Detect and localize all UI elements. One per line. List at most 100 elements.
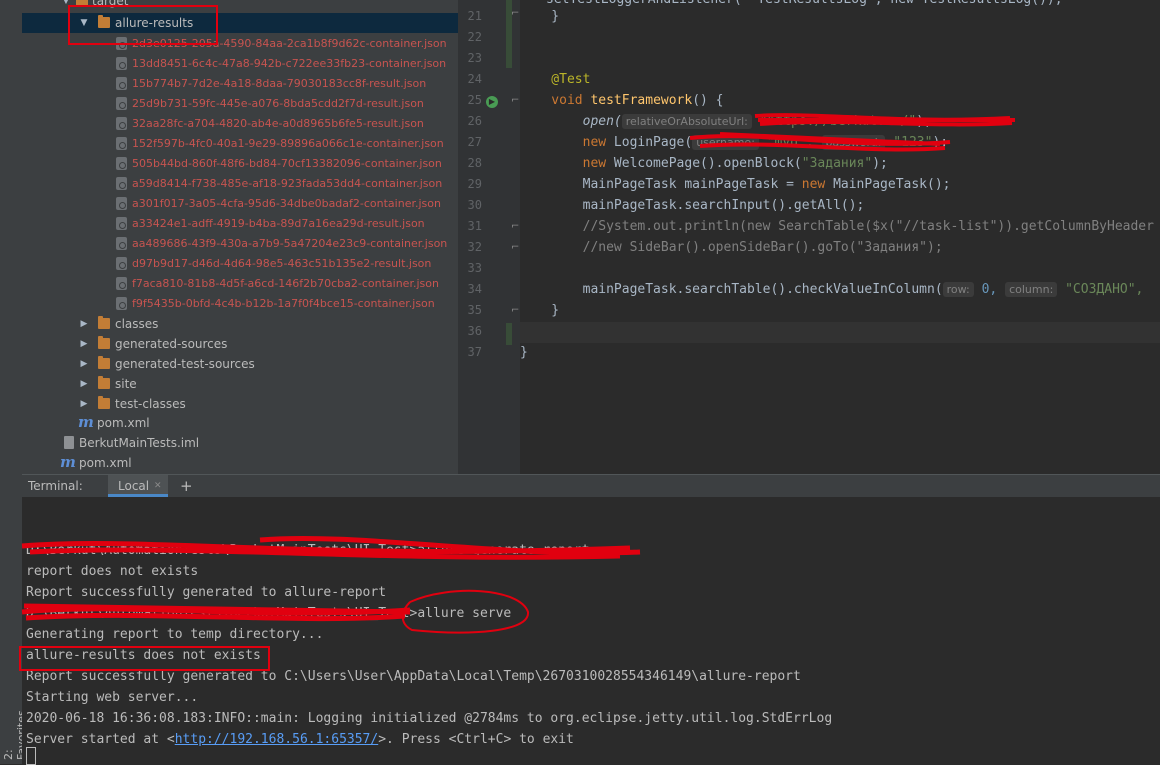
chevron-right-icon[interactable]: ▶ xyxy=(78,334,90,354)
tree-item-json-file[interactable]: 25d9b731-59fc-445e-a076-8bda5cdd2f7d-res… xyxy=(22,94,458,114)
annotation-text: @Test xyxy=(520,72,591,87)
code-line-26: open(relativeOrAbsoluteUrl: "https://ber… xyxy=(520,111,932,132)
string-literal: "Задания" xyxy=(801,156,873,171)
keyword: new xyxy=(520,135,614,150)
fold-icon[interactable]: ⌐ xyxy=(511,8,519,19)
json-file-icon xyxy=(116,157,127,170)
code-editor[interactable]: 21 22 23 24 25 26 27 28 29 30 31 32 33 34 35 36 37 ▶ ⌐ ⌐… xyxy=(458,0,1160,474)
code-line-25: void testFramework() { xyxy=(520,90,723,111)
close-icon[interactable]: ✕ xyxy=(154,475,162,497)
tree-item-folder[interactable]: ▶ site xyxy=(22,374,458,394)
json-file-icon xyxy=(116,237,127,250)
tree-item-label: site xyxy=(115,377,137,391)
terminal-line: D:\Berkut\AutomationTests\BerkutMainTest… xyxy=(26,543,590,558)
tree-item-json-file[interactable]: a301f017-3a05-4cfa-95d6-34dbe0badaf2-con… xyxy=(22,194,458,214)
line-number: 23 xyxy=(467,51,482,65)
json-file-icon xyxy=(116,297,127,310)
keyword: new xyxy=(520,156,614,171)
tree-item-target[interactable]: ▼ target xyxy=(22,0,458,11)
terminal-title: Terminal: xyxy=(28,479,83,493)
code-line-24: @Test xyxy=(520,69,590,90)
maven-icon: m xyxy=(78,413,94,431)
line-number: 29 xyxy=(467,177,482,191)
folder-icon xyxy=(98,336,110,349)
tree-item-json-file[interactable]: 32aa28fc-a704-4820-ab4e-a0d8965b6fe5-res… xyxy=(22,114,458,134)
tree-item-json-file[interactable]: f7aca810-81b8-4d5f-a6cd-146f2b70cba2-con… xyxy=(22,274,458,294)
tree-item-folder[interactable]: ▶ generated-sources xyxy=(22,334,458,354)
fold-icon[interactable]: ⌐ xyxy=(511,95,519,106)
favorites-tool-button[interactable]: 2: Favorites xyxy=(2,700,28,760)
tree-item-module-iml[interactable]: BerkutMainTests.iml xyxy=(22,433,458,453)
code-text: MainPageTask mainPageTask = xyxy=(520,177,802,192)
terminal-line: 2020-06-18 16:36:08.183:INFO::main: Logg… xyxy=(26,711,833,726)
tree-item-label: BerkutMainTests.iml xyxy=(79,436,200,450)
tree-item-allure-results[interactable]: ▼ allure-results xyxy=(22,13,458,33)
terminal-cursor xyxy=(26,747,36,765)
tree-item-folder[interactable]: ▶ generated-test-sources xyxy=(22,354,458,374)
terminal-line: report does not exists xyxy=(26,564,199,579)
terminal-line: Report successfully generated to C:\User… xyxy=(26,669,801,684)
terminal-line: Starting web server... xyxy=(26,690,199,705)
terminal-line: Report successfully generated to allure-… xyxy=(26,585,387,600)
tree-item-json-file[interactable]: 152f597b-4fc0-40a1-9e29-89896a066c1e-con… xyxy=(22,134,458,154)
line-number: 24 xyxy=(467,72,482,86)
param-hint: username: xyxy=(692,135,759,150)
line-number: 30 xyxy=(467,198,482,212)
chevron-right-icon[interactable]: ▶ xyxy=(78,374,90,394)
code-line-35: } xyxy=(520,303,560,318)
fold-icon[interactable]: ⌐ xyxy=(511,242,519,253)
chevron-down-icon[interactable]: ▼ xyxy=(60,0,72,11)
keyword: new xyxy=(801,177,834,192)
chevron-right-icon[interactable]: ▶ xyxy=(78,394,90,414)
editor-gutter: 21 22 23 24 25 26 27 28 29 30 31 32 33 34 35 36 37 ▶ ⌐ ⌐… xyxy=(458,0,520,474)
chevron-down-icon[interactable]: ▼ xyxy=(78,13,90,33)
code-text: open( xyxy=(520,114,622,129)
code-line-37: } xyxy=(520,345,528,360)
tree-item-folder[interactable]: ▶ classes xyxy=(22,314,458,334)
tree-item-json-file[interactable]: d97b9d17-d46d-4d64-98e5-463c51b135e2-res… xyxy=(22,254,458,274)
folder-icon xyxy=(98,316,110,329)
line-number: 37 xyxy=(467,345,482,359)
line-number: 34 xyxy=(467,282,482,296)
json-file-icon xyxy=(116,197,127,210)
tab-local-label[interactable]: Local xyxy=(118,475,149,497)
tree-item-target-pom[interactable]: m pom.xml xyxy=(22,413,458,433)
server-url-link[interactable]: http://192.168.56.1:65357/ xyxy=(175,732,379,747)
tree-item-label: generated-sources xyxy=(115,337,228,351)
tree-item-folder[interactable]: ▶ test-classes xyxy=(22,394,458,414)
tree-item-label: a301f017-3a05-4cfa-95d6-34dbe0badaf2-con… xyxy=(132,197,441,210)
param-hint: password: xyxy=(821,135,886,150)
module-file-icon xyxy=(64,436,74,449)
fold-icon[interactable]: ⌐ xyxy=(511,221,519,232)
add-terminal-button[interactable]: + xyxy=(180,475,193,497)
vcs-change-marker xyxy=(506,323,512,345)
fold-icon[interactable]: ⌐ xyxy=(511,305,519,316)
code-text: LoginPage( xyxy=(613,135,693,150)
run-test-icon[interactable]: ▶ xyxy=(486,96,498,108)
tool-window-strip: 2: Favorites xyxy=(0,0,28,764)
line-number: 22 xyxy=(467,30,482,44)
chevron-right-icon[interactable]: ▶ xyxy=(78,354,90,374)
tree-item-root-pom[interactable]: m pom.xml xyxy=(22,453,458,473)
tree-item-json-file[interactable]: aa489686-43f9-430a-a7b9-5a47204e23c9-con… xyxy=(22,234,458,254)
tree-item-json-file[interactable]: 13dd8451-6c4c-47a8-942b-c722ee33fb23-con… xyxy=(22,54,458,74)
tree-item-json-file[interactable]: 2d3e0125-205a-4590-84aa-2ca1b8f9d62c-con… xyxy=(22,34,458,54)
tree-item-label: a33424e1-adff-4919-b4ba-89d7a16ea29d-res… xyxy=(132,217,425,230)
string-literal: "СОЗДАНО", xyxy=(1057,282,1144,297)
code-text: ); xyxy=(932,135,949,150)
line-number: 27 xyxy=(467,135,482,149)
tree-item-json-file[interactable]: a59d8414-f738-485e-af18-923fada53dd4-con… xyxy=(22,174,458,194)
code-area[interactable]: setTestLoggerAndListener( "TestResultsLo… xyxy=(520,0,1160,474)
tree-item-json-file[interactable]: f9f5435b-0bfd-4c4b-b12b-1a7f0f4bce15-con… xyxy=(22,294,458,314)
maven-icon: m xyxy=(60,453,76,471)
terminal-line-error: allure-results does not exists xyxy=(26,648,261,663)
folder-icon xyxy=(98,356,110,369)
tree-item-json-file[interactable]: a33424e1-adff-4919-b4ba-89d7a16ea29d-res… xyxy=(22,214,458,234)
chevron-right-icon[interactable]: ▶ xyxy=(78,314,90,334)
tree-item-label: generated-test-sources xyxy=(115,357,255,371)
tree-item-label: target xyxy=(92,0,129,8)
keyword: void xyxy=(520,93,591,108)
terminal-text: >. Press <Ctrl+C> to exit xyxy=(378,732,574,747)
tree-item-json-file[interactable]: 505b44bd-860f-48f6-bd84-70cf13382096-con… xyxy=(22,154,458,174)
tree-item-json-file[interactable]: 15b774b7-7d2e-4a18-8daa-79030183cc8f-res… xyxy=(22,74,458,94)
